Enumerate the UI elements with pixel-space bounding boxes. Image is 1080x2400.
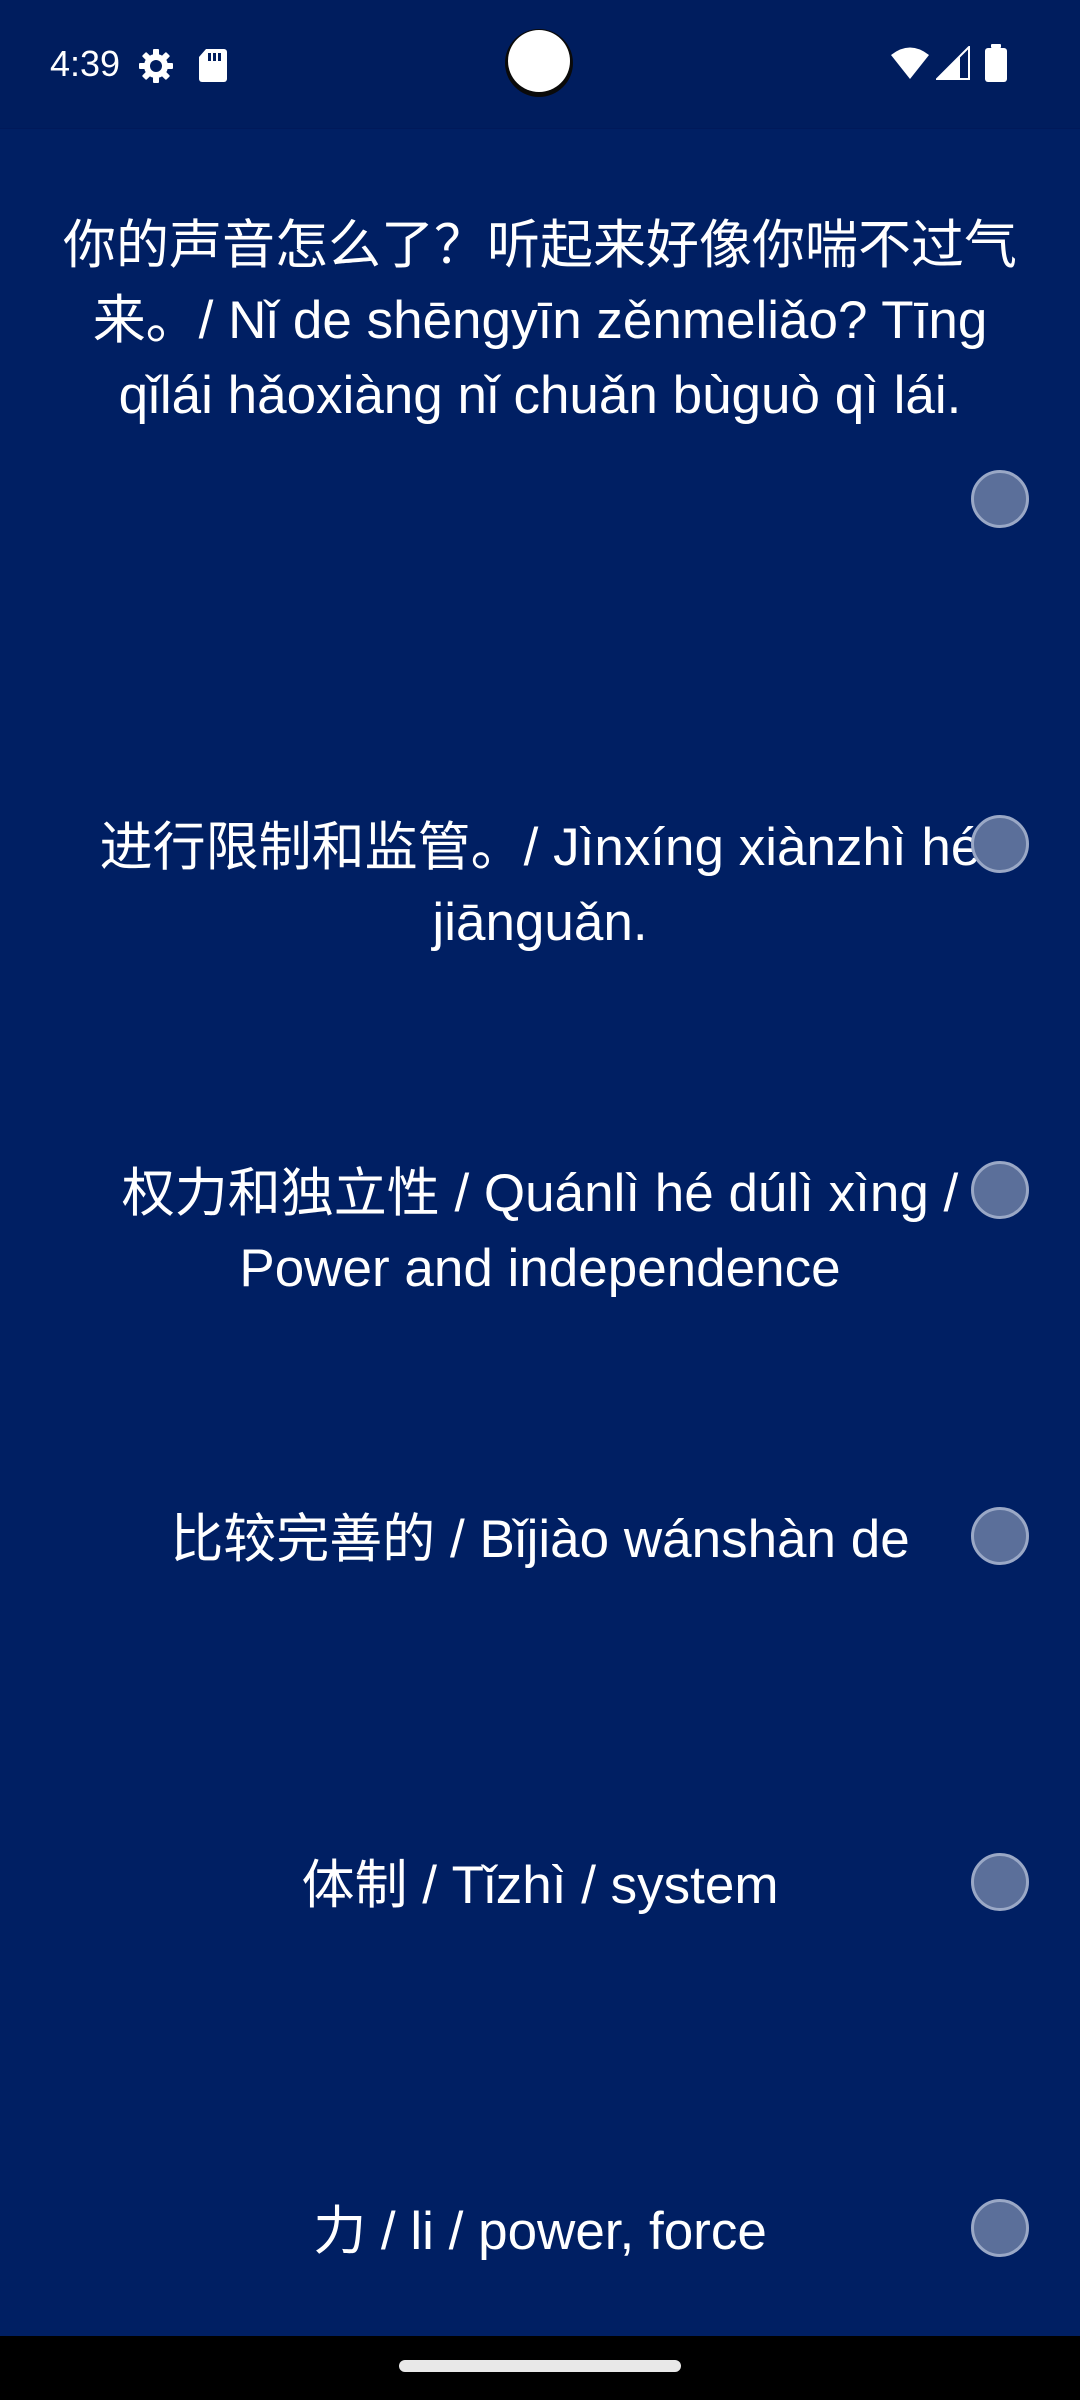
list-item[interactable]: 你的声音怎么了？听起来好像你喘不过气来。/ Nǐ de shēngyīn zěn… <box>0 128 1080 528</box>
settings-gear-icon <box>139 49 173 83</box>
list-item[interactable]: 体制 / Tǐzhì / system <box>0 1512 1080 1915</box>
radio-button[interactable] <box>971 2199 1029 2257</box>
list-item[interactable]: 比较完善的 / Bǐjiào wánshàn de <box>0 1166 1080 1569</box>
status-time: 4:39 <box>50 43 121 84</box>
list-item[interactable]: 力 / li / power, force <box>0 1858 1080 2261</box>
camera-cutout <box>508 30 570 92</box>
cell-signal-icon <box>936 46 970 80</box>
phrase-text: 你的声音怎么了？听起来好像你喘不过气来。/ Nǐ de shēngyīn zěn… <box>63 216 1017 425</box>
phrase-text: 力 / li / power, force <box>313 2202 767 2261</box>
wifi-icon <box>891 47 929 79</box>
home-gesture-handle[interactable] <box>399 2360 681 2372</box>
list-item[interactable]: 进行限制和监管。/ Jìnxíng xiànzhì hé jiānguǎn. <box>0 474 1080 952</box>
navigation-bar <box>0 2336 1080 2400</box>
sd-card-icon <box>199 49 227 82</box>
app-screen: 4:39 你的声音怎么了？听起来好像你喘不过气来。/ Nǐ de shēngyī… <box>0 0 1080 2400</box>
list-item[interactable]: 权力和独立性 / Quánlì hé dúlì xìng / Power and… <box>0 820 1080 1298</box>
battery-icon <box>985 44 1007 82</box>
